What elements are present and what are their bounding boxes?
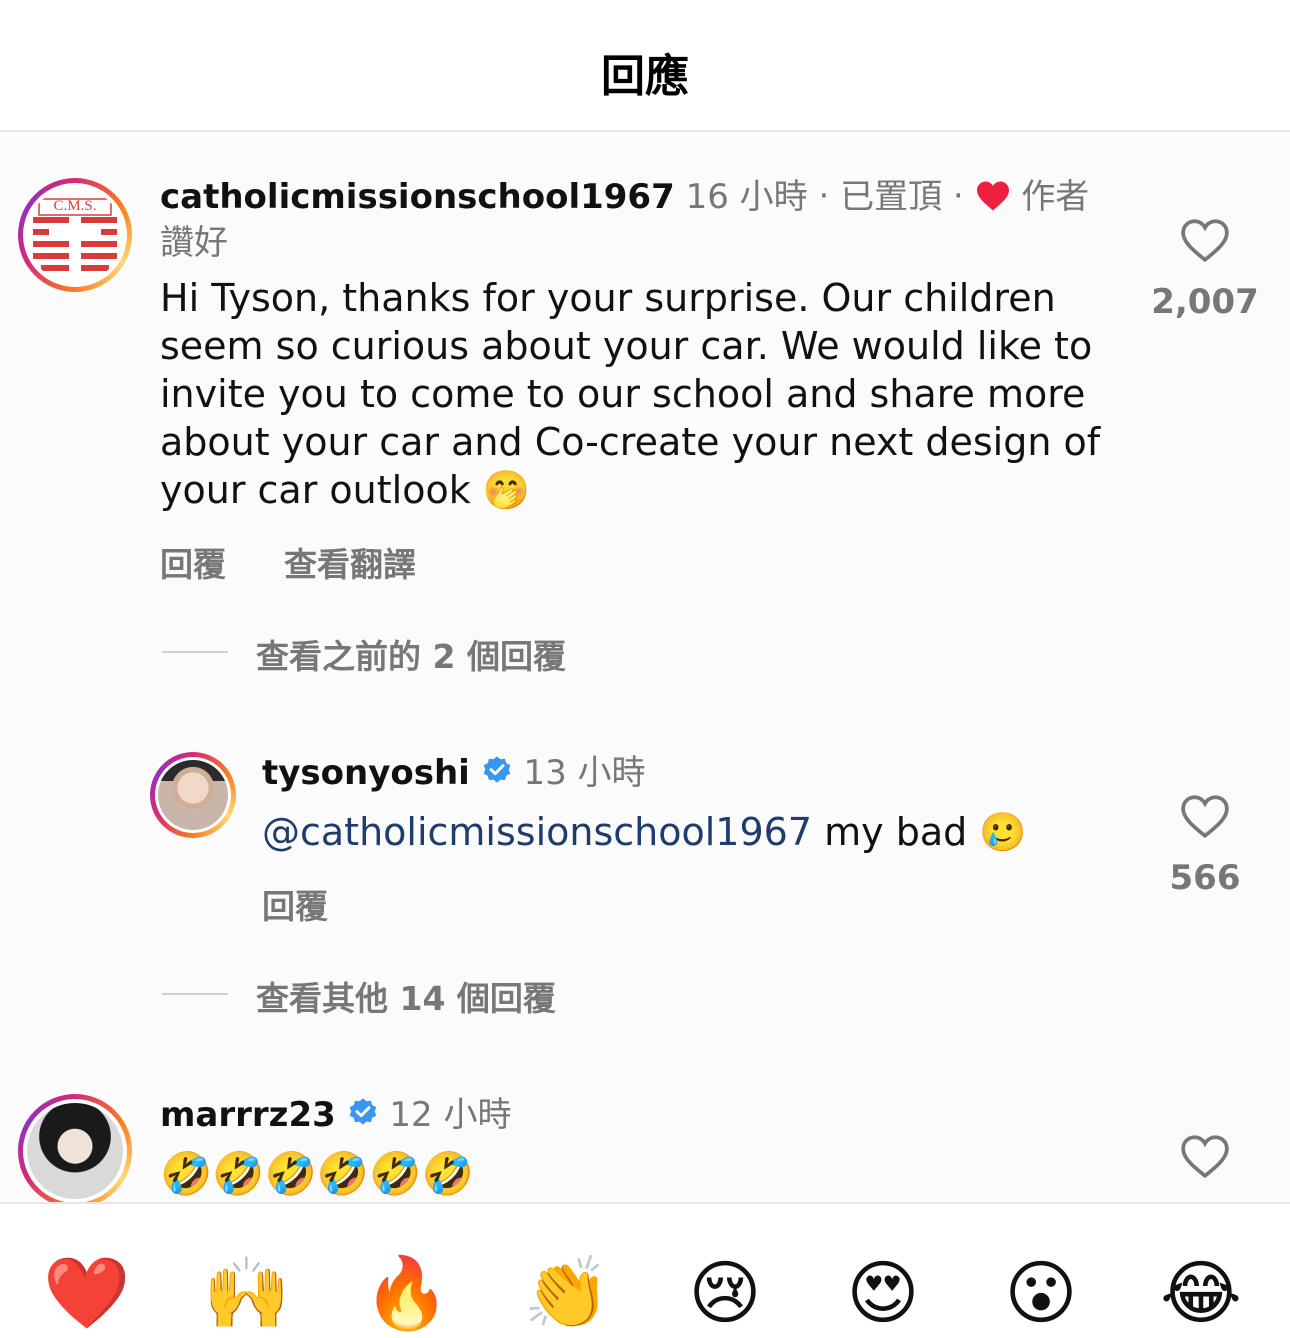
reaction-laughing-emoji[interactable]: 😂	[1156, 1248, 1246, 1338]
profile-photo	[158, 760, 228, 830]
like-column: 2,007	[1150, 218, 1260, 322]
heart-outline-icon[interactable]	[1180, 219, 1230, 268]
avatar-text: C.M.S.	[53, 198, 97, 214]
heart-icon	[975, 180, 1011, 222]
see-translation-button[interactable]: 查看翻譯	[284, 538, 416, 586]
reaction-crying-emoji[interactable]: 😢	[680, 1248, 770, 1338]
page-title: 回應	[601, 51, 689, 102]
timestamp: 16 小時	[685, 177, 808, 217]
username[interactable]: tysonyoshi	[262, 753, 470, 793]
comment-meta: tysonyoshi 13 小時	[262, 752, 646, 797]
reaction-clapping-emoji[interactable]: 👏	[522, 1248, 612, 1338]
username[interactable]: catholicmissionschool1967	[160, 177, 675, 217]
comment-text: @catholicmissionschool1967 my bad 🥲	[262, 808, 1027, 856]
timestamp: 13 小時	[523, 753, 646, 793]
reaction-heart-eyes-emoji[interactable]: 😍	[838, 1248, 928, 1338]
like-count: 566	[1169, 858, 1241, 898]
avatar[interactable]: C.M.S.	[18, 178, 132, 292]
comments-list[interactable]: C.M.S. catholicmissionschool1967 16 小時 ‧…	[0, 134, 1290, 1202]
smiling-face-with-tear-emoji: 🥲	[979, 810, 1027, 854]
comment-body: Hi Tyson, thanks for your surprise. Our …	[160, 276, 1101, 512]
view-previous-replies-button[interactable]: 查看之前的 2 個回覆	[256, 630, 566, 678]
reaction-fire-emoji[interactable]: 🔥	[362, 1248, 452, 1338]
comment-meta: catholicmissionschool1967 16 小時 ‧ 已置頂 ‧ …	[160, 176, 1120, 264]
divider	[162, 993, 228, 995]
avatar[interactable]	[150, 752, 236, 838]
reply-button[interactable]: 回覆	[262, 880, 328, 928]
comment-meta: marrrz23 12 小時	[160, 1094, 511, 1139]
school-logo: C.M.S.	[27, 187, 123, 283]
like-column: 566	[1150, 794, 1260, 898]
like-count: 2,007	[1151, 282, 1259, 322]
pinned-label: ‧ 已置頂 ‧	[818, 177, 964, 217]
face-with-hand-over-mouth-emoji: 🤭	[482, 468, 531, 512]
reaction-surprised-emoji[interactable]: 😮	[996, 1248, 1086, 1338]
timestamp: 12 小時	[389, 1095, 512, 1135]
reaction-heart-emoji[interactable]: ❤️	[42, 1248, 132, 1338]
comment-body: my bad	[824, 810, 968, 854]
comment-text: 🤣🤣🤣🤣🤣🤣	[160, 1150, 474, 1198]
profile-photo	[27, 1103, 123, 1199]
reaction-raising-hands-emoji[interactable]: 🙌	[202, 1248, 292, 1338]
divider	[162, 651, 228, 653]
verified-badge-icon	[347, 1097, 379, 1139]
quick-reactions-bar: ❤️ 🙌 🔥 👏 😢 😍 😮 😂	[0, 1202, 1290, 1338]
mention-link[interactable]: @catholicmissionschool1967	[262, 810, 812, 854]
reply-button[interactable]: 回覆	[160, 538, 226, 586]
header: 回應	[0, 0, 1290, 132]
heart-outline-icon[interactable]	[1180, 795, 1230, 844]
rolling-on-the-floor-laughing-emoji: 🤣🤣🤣🤣🤣🤣	[160, 1149, 474, 1198]
heart-outline-icon[interactable]	[1180, 1135, 1230, 1184]
view-more-replies-button[interactable]: 查看其他 14 個回覆	[256, 972, 556, 1020]
username[interactable]: marrrz23	[160, 1095, 336, 1135]
comment-text: Hi Tyson, thanks for your surprise. Our …	[160, 274, 1135, 514]
like-column	[1150, 1134, 1260, 1184]
avatar[interactable]	[18, 1094, 132, 1202]
verified-badge-icon	[481, 755, 513, 797]
